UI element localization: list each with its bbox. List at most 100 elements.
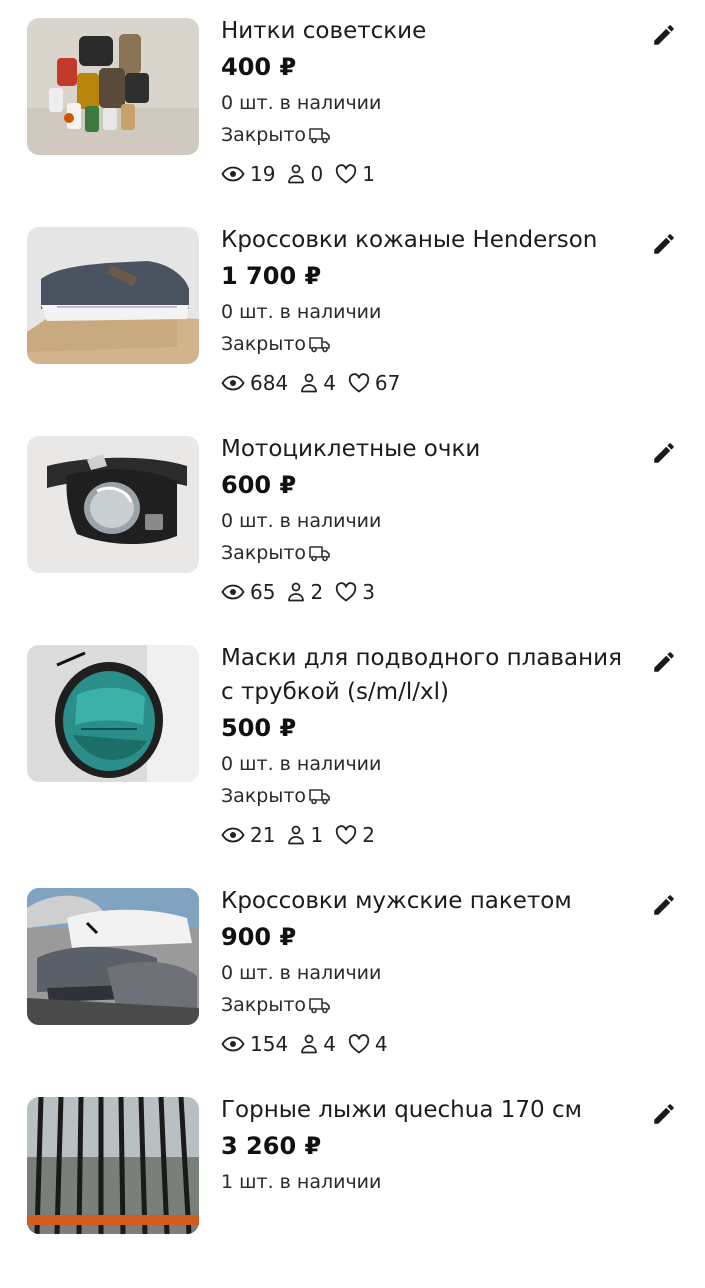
views-stat: 684 xyxy=(221,366,288,400)
contacts-stat: 1 xyxy=(287,818,323,852)
likes-count: 4 xyxy=(374,1032,388,1056)
listing-item[interactable]: Маски для подводного плавания с трубкой … xyxy=(0,627,705,847)
listing-photo-goggles[interactable] xyxy=(27,436,199,573)
listing-price: 3 260 ₽ xyxy=(221,1132,322,1160)
truck-icon xyxy=(309,337,330,353)
views-count: 19 xyxy=(250,162,276,186)
listing-stats: 65 2 3 xyxy=(221,575,641,609)
eye-icon xyxy=(221,375,245,391)
listing-price: 400 ₽ xyxy=(221,53,297,81)
edit-button[interactable] xyxy=(651,1101,677,1127)
listing-item[interactable]: Мотоциклетные очки 600 ₽ 0 шт. в наличии… xyxy=(0,418,705,627)
person-icon xyxy=(288,164,305,184)
listing-title[interactable]: Мотоциклетные очки xyxy=(221,432,641,466)
listing-status: Закрыто xyxy=(221,989,641,1021)
pencil-icon xyxy=(654,25,674,45)
status-label: Закрыто xyxy=(221,994,307,1016)
listing-status: Закрыто xyxy=(221,119,641,151)
listing-photo-snorkel-mask[interactable] xyxy=(27,645,199,782)
listing-title[interactable]: Горные лыжи quechua 170 см xyxy=(221,1093,641,1127)
views-stat: 154 xyxy=(221,1027,288,1061)
contacts-count: 4 xyxy=(323,1032,336,1056)
pencil-icon xyxy=(654,1104,674,1124)
heart-icon xyxy=(348,1034,370,1054)
status-label: Закрыто xyxy=(221,124,307,146)
views-count: 21 xyxy=(250,823,276,847)
listing-title[interactable]: Маски для подводного плавания с трубкой … xyxy=(221,641,641,709)
status-label: Закрыто xyxy=(221,785,307,807)
eye-icon xyxy=(221,166,245,182)
edit-button[interactable] xyxy=(651,649,677,675)
listing-item[interactable]: Кроссовки кожаные Henderson 1 700 ₽ 0 шт… xyxy=(0,209,705,418)
status-label: Закрыто xyxy=(221,333,307,355)
listing-stats: 684 4 67 xyxy=(221,366,641,400)
listing-price: 600 ₽ xyxy=(221,471,297,499)
listing-stats: 154 4 4 xyxy=(221,1027,641,1061)
listing-stock: 0 шт. в наличии xyxy=(221,962,382,984)
likes-count: 3 xyxy=(362,580,375,604)
views-count: 65 xyxy=(250,580,276,604)
contacts-count: 0 xyxy=(310,162,324,186)
edit-button[interactable] xyxy=(651,231,677,257)
listing-photo-sneakers-bundle[interactable] xyxy=(27,888,199,1025)
pencil-icon xyxy=(654,234,674,254)
likes-stat: 3 xyxy=(335,575,375,609)
edit-button[interactable] xyxy=(651,22,677,48)
likes-count: 2 xyxy=(362,823,375,847)
contacts-count: 1 xyxy=(310,823,324,847)
listing-stock: 0 шт. в наличии xyxy=(221,510,382,532)
listing-item[interactable]: Нитки советские 400 ₽ 0 шт. в наличии За… xyxy=(0,0,705,209)
listing-title[interactable]: Нитки советские xyxy=(221,14,641,48)
person-icon xyxy=(288,825,305,845)
views-stat: 21 xyxy=(221,818,275,852)
likes-stat: 1 xyxy=(335,157,375,191)
pencil-icon xyxy=(654,652,674,672)
truck-icon xyxy=(309,998,330,1014)
listing-price: 900 ₽ xyxy=(221,923,297,951)
edit-button[interactable] xyxy=(651,892,677,918)
listing-status: Закрыто xyxy=(221,328,641,360)
status-label: Закрыто xyxy=(221,542,307,564)
views-count: 684 xyxy=(250,371,289,395)
truck-icon xyxy=(309,546,330,562)
views-stat: 65 xyxy=(221,575,275,609)
listing-photo-sneakers[interactable] xyxy=(27,227,199,364)
contacts-stat: 0 xyxy=(287,157,323,191)
person-icon xyxy=(301,373,318,393)
views-count: 154 xyxy=(250,1032,289,1056)
contacts-stat: 4 xyxy=(300,366,336,400)
contacts-count: 2 xyxy=(310,580,324,604)
listing-status: Закрыто xyxy=(221,780,641,812)
pencil-icon xyxy=(654,443,674,463)
truck-icon xyxy=(309,789,330,805)
listing-stats: 19 0 1 xyxy=(221,157,641,191)
likes-stat: 67 xyxy=(348,366,400,400)
heart-icon xyxy=(336,825,357,845)
contacts-count: 4 xyxy=(323,371,336,395)
listing-photo-skis[interactable] xyxy=(27,1097,199,1234)
eye-icon xyxy=(221,827,245,843)
contacts-stat: 2 xyxy=(287,575,323,609)
listing-price: 500 ₽ xyxy=(221,714,297,742)
listing-status: Закрыто xyxy=(221,537,641,569)
heart-icon xyxy=(336,164,357,184)
contacts-stat: 4 xyxy=(300,1027,336,1061)
listing-stock: 0 шт. в наличии xyxy=(221,301,382,323)
listing-stats: 21 1 2 xyxy=(221,818,641,852)
listing-title[interactable]: Кроссовки кожаные Henderson xyxy=(221,223,641,257)
listing-stock: 0 шт. в наличии xyxy=(221,753,382,775)
listing-item[interactable]: Кроссовки мужские пакетом 900 ₽ 0 шт. в … xyxy=(0,870,705,1079)
eye-icon xyxy=(221,584,245,600)
edit-button[interactable] xyxy=(651,440,677,466)
likes-stat: 4 xyxy=(348,1027,388,1061)
listing-stock: 1 шт. в наличии xyxy=(221,1171,382,1193)
listing-item[interactable]: Горные лыжи quechua 170 см 3 260 ₽ 1 шт.… xyxy=(0,1079,705,1288)
heart-icon xyxy=(336,582,357,602)
listing-photo-threads[interactable] xyxy=(27,18,199,155)
likes-stat: 2 xyxy=(335,818,375,852)
listing-title[interactable]: Кроссовки мужские пакетом xyxy=(221,884,641,918)
views-stat: 19 xyxy=(221,157,275,191)
listing-price: 1 700 ₽ xyxy=(221,262,322,290)
person-icon xyxy=(301,1034,318,1054)
likes-count: 67 xyxy=(374,371,401,395)
